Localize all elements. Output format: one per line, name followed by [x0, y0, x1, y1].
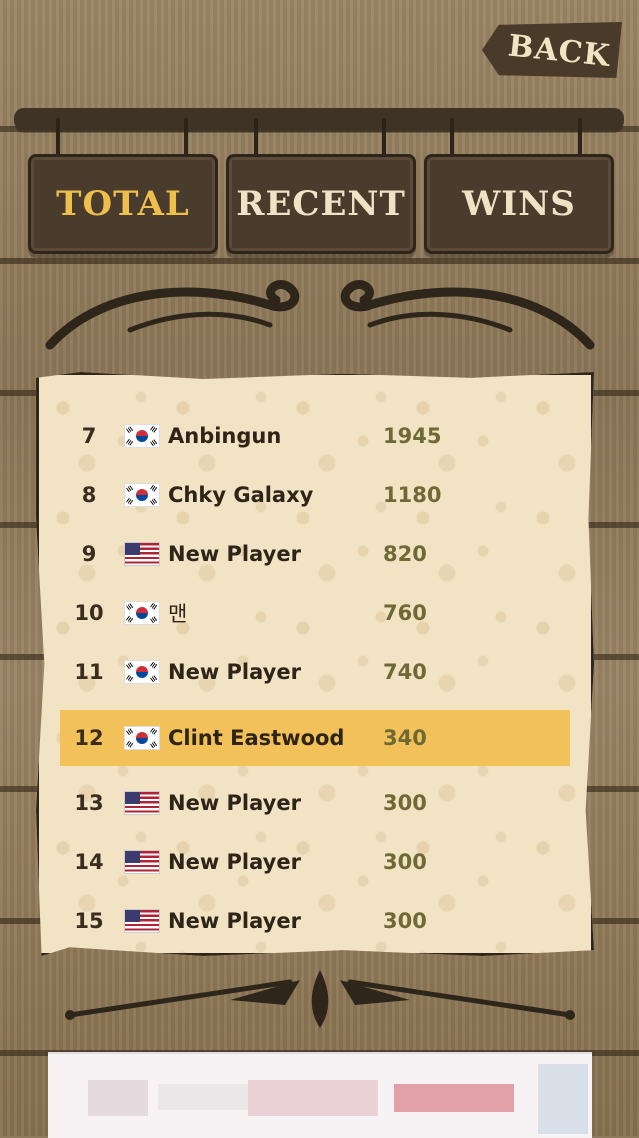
- back-label: BACK: [506, 27, 612, 74]
- usa-flag-icon: [124, 850, 160, 874]
- leaderboard-row[interactable]: 8 Chky Galaxy 1180: [60, 467, 570, 523]
- player-name: New Player: [168, 660, 301, 684]
- rope: [450, 118, 454, 158]
- rank-value: 12: [74, 726, 104, 750]
- rope: [254, 118, 258, 158]
- tab-total[interactable]: TOTAL: [28, 154, 218, 254]
- rank-value: 11: [74, 660, 104, 684]
- rope: [578, 118, 582, 158]
- player-name: 맨: [168, 602, 188, 626]
- korea-flag-icon: [124, 660, 160, 684]
- leaderboard-row[interactable]: 13 New Player 300: [60, 775, 570, 831]
- leaderboard-row[interactable]: 15 New Player 300: [60, 893, 570, 949]
- leaderboard-row-current-player[interactable]: 12 Clint Eastwood 340: [60, 710, 570, 766]
- leaderboard-row[interactable]: 14 New Player 300: [60, 834, 570, 890]
- player-name: New Player: [168, 542, 301, 566]
- ad-banner[interactable]: [48, 1052, 592, 1138]
- rope: [184, 118, 188, 158]
- hanging-bar: [14, 108, 624, 130]
- korea-flag-icon: [124, 601, 160, 625]
- player-name: Clint Eastwood: [168, 726, 345, 750]
- usa-flag-icon: [124, 542, 160, 566]
- scroll-ornament-top: [45, 280, 595, 350]
- scroll-ornament-bottom: [65, 970, 575, 1028]
- leaderboard-row[interactable]: 10 맨 760: [60, 585, 570, 641]
- tab-wins[interactable]: WINS: [424, 154, 614, 254]
- rank-value: 8: [81, 483, 97, 507]
- rope: [382, 118, 386, 158]
- player-score: 740: [383, 660, 427, 684]
- usa-flag-icon: [124, 909, 160, 933]
- rank-value: 9: [81, 542, 97, 566]
- rank-value: 10: [74, 601, 104, 625]
- player-score: 300: [383, 850, 427, 874]
- tab-recent-label: RECENT: [236, 184, 406, 224]
- korea-flag-icon: [124, 726, 160, 750]
- korea-flag-icon: [124, 424, 160, 448]
- player-score: 300: [383, 909, 427, 933]
- player-name: Anbingun: [168, 424, 282, 448]
- korea-flag-icon: [124, 483, 160, 507]
- tab-recent[interactable]: RECENT: [226, 154, 416, 254]
- player-name: Chky Galaxy: [168, 483, 314, 507]
- player-score: 300: [383, 791, 427, 815]
- leaderboard-row[interactable]: 9 New Player 820: [60, 526, 570, 582]
- player-score: 1945: [383, 424, 442, 448]
- player-score: 820: [383, 542, 427, 566]
- player-name: New Player: [168, 791, 301, 815]
- player-score: 1180: [383, 483, 442, 507]
- rank-value: 14: [74, 850, 104, 874]
- usa-flag-icon: [124, 791, 160, 815]
- player-score: 340: [383, 726, 427, 750]
- player-name: New Player: [168, 909, 301, 933]
- rope: [56, 118, 60, 158]
- rank-value: 7: [81, 424, 97, 448]
- rank-value: 15: [74, 909, 104, 933]
- leaderboard-row[interactable]: 7 Anbingun 1945: [60, 408, 570, 464]
- player-score: 760: [383, 601, 427, 625]
- leaderboard-row[interactable]: 11 New Player 740: [60, 644, 570, 700]
- rank-value: 13: [74, 791, 104, 815]
- back-button[interactable]: BACK: [482, 22, 622, 78]
- tab-total-label: TOTAL: [56, 184, 190, 224]
- player-name: New Player: [168, 850, 301, 874]
- tab-wins-label: WINS: [462, 184, 576, 224]
